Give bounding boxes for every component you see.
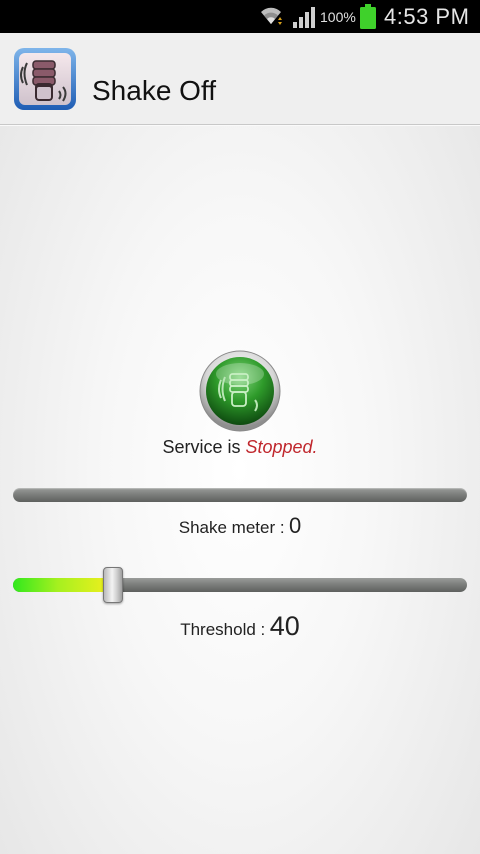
clock: 4:53 PM bbox=[384, 4, 470, 29]
service-status-text: Service is Stopped. bbox=[0, 437, 480, 458]
threshold-readout: Threshold : 40 bbox=[0, 611, 480, 642]
service-state: Stopped. bbox=[245, 437, 318, 457]
action-bar: Shake Off bbox=[0, 33, 480, 125]
signal-icon bbox=[293, 7, 315, 28]
shake-hand-app-icon[interactable] bbox=[13, 47, 77, 111]
shake-meter-readout: Shake meter : 0 bbox=[0, 513, 480, 539]
threshold-slider[interactable] bbox=[13, 567, 467, 603]
shake-meter-value: 0 bbox=[289, 513, 302, 538]
shake-meter-bar bbox=[13, 488, 467, 502]
service-toggle-button[interactable] bbox=[199, 350, 281, 432]
status-bar: 100% 4:53 PM bbox=[0, 0, 480, 33]
service-status-prefix: Service is bbox=[162, 437, 241, 457]
threshold-value: 40 bbox=[269, 611, 300, 641]
screen: 100% 4:53 PM Shake Off Service is Stoppe… bbox=[0, 0, 480, 854]
threshold-fill bbox=[13, 578, 113, 592]
battery-percent: 100% bbox=[320, 9, 356, 25]
shake-meter-label: Shake meter : bbox=[178, 518, 285, 537]
app-title: Shake Off bbox=[92, 75, 217, 106]
threshold-slider-thumb[interactable] bbox=[102, 567, 123, 603]
battery-icon bbox=[360, 4, 376, 29]
threshold-label: Threshold : bbox=[180, 620, 266, 639]
wifi-icon bbox=[261, 7, 282, 25]
shake-hand-power-icon bbox=[199, 350, 281, 432]
